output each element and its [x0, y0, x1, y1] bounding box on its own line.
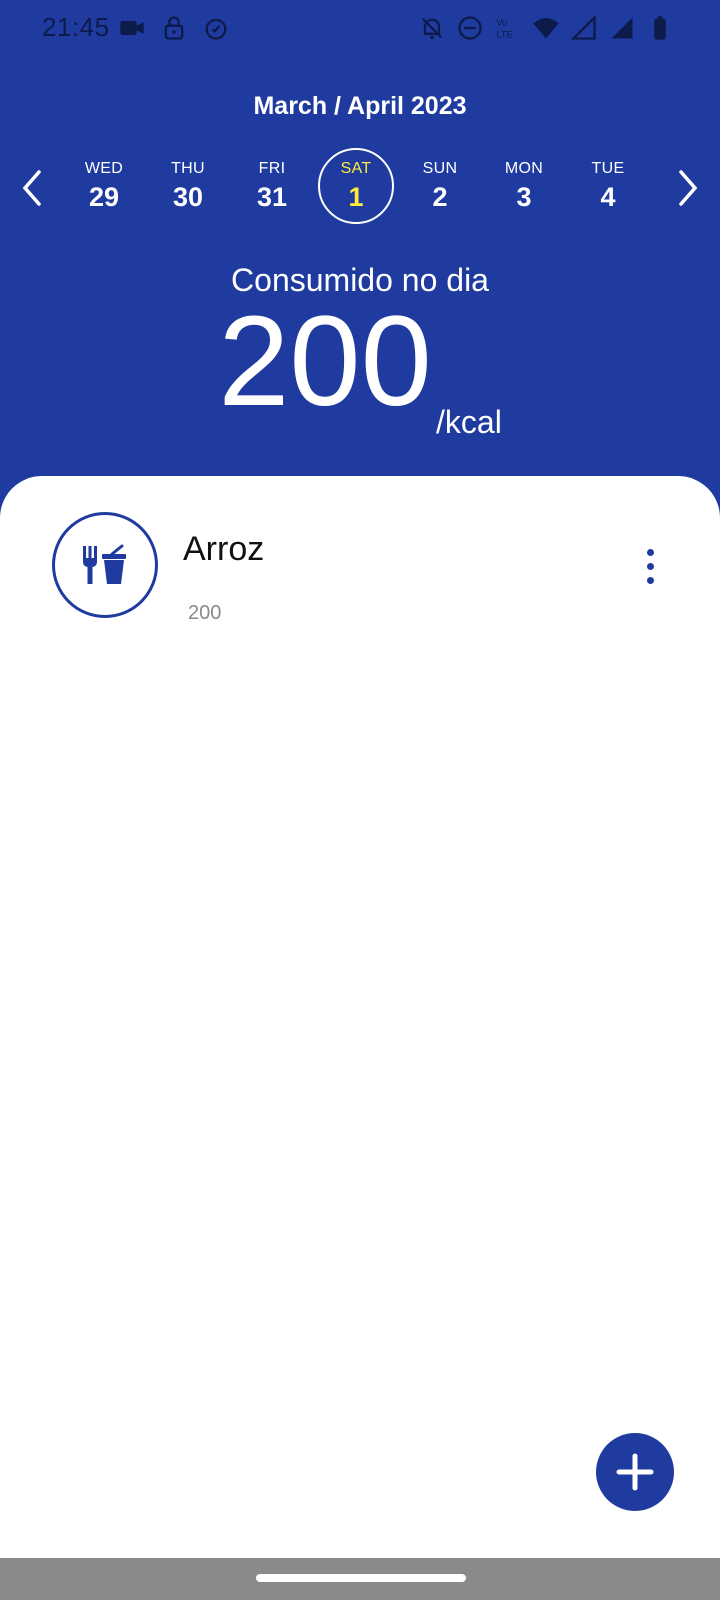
bell-off-icon [421, 17, 443, 40]
svg-text:LTE: LTE [496, 29, 512, 39]
food-name: Arroz [183, 530, 265, 568]
status-right-icons: Vo LTE [418, 14, 674, 42]
chevron-left-icon [22, 170, 41, 206]
day-selector: WED 29 THU 30 FRI 31 SAT 1 SUN 2 MON 3 T… [62, 148, 652, 226]
day-sun-2[interactable]: SUN 2 [398, 148, 482, 226]
more-vertical-icon[interactable] [630, 542, 670, 590]
add-food-button[interactable] [596, 1433, 674, 1511]
system-nav-bar [0, 1558, 720, 1600]
lock-icon [164, 16, 184, 40]
day-of-week: WED [84, 160, 124, 177]
volte-icon: VoLTE [496, 18, 512, 40]
menu-dot [646, 576, 654, 584]
list-item[interactable]: Arroz 200 [0, 512, 720, 624]
day-of-week: THU [171, 160, 205, 177]
day-number: 2 [432, 182, 448, 212]
status-bar: 21:45 Vo LTE [0, 0, 720, 56]
wifi-icon [533, 18, 559, 39]
fastfood-icon [83, 544, 126, 584]
day-of-week: TUE [591, 160, 625, 177]
day-number: 29 [88, 182, 120, 212]
day-of-week: SUN [422, 160, 458, 177]
food-list-sheet: Arroz 200 [0, 476, 720, 1558]
menu-dot [646, 562, 654, 570]
day-mon-3[interactable]: MON 3 [482, 148, 566, 226]
day-fri-31[interactable]: FRI 31 [230, 148, 314, 226]
svg-text:Vo: Vo [496, 18, 507, 28]
day-sat-1-selected[interactable]: SAT 1 [314, 148, 398, 226]
day-wed-29[interactable]: WED 29 [62, 148, 146, 226]
day-tue-4[interactable]: TUE 4 [566, 148, 650, 226]
status-left-icons [118, 14, 230, 42]
day-number: 30 [172, 182, 204, 212]
menu-dot [646, 548, 654, 556]
day-number: 3 [516, 182, 532, 212]
home-gesture-handle[interactable] [256, 1574, 466, 1582]
day-of-week: MON [504, 160, 544, 177]
next-week-button[interactable] [668, 166, 708, 210]
previous-week-button[interactable] [12, 166, 52, 210]
video-camera-icon [120, 21, 144, 35]
signal-icon [611, 17, 633, 39]
selected-day-ring [318, 148, 394, 224]
month-title: March / April 2023 [253, 92, 467, 120]
chevron-right-icon [679, 170, 698, 206]
battery-icon [654, 16, 666, 40]
plus-icon [616, 1453, 654, 1491]
kcal-total: 200 [218, 290, 432, 433]
day-thu-30[interactable]: THU 30 [146, 148, 230, 226]
day-number: 31 [256, 182, 288, 212]
food-avatar [52, 512, 158, 618]
kcal-unit: /kcal [436, 404, 502, 440]
alarm-icon [205, 18, 227, 40]
day-number: 4 [600, 182, 616, 212]
do-not-disturb-icon [458, 16, 482, 40]
signal-icon [570, 14, 596, 40]
day-of-week: FRI [258, 160, 286, 177]
app-screen: 21:45 Vo LTE March / April 2023 WED 29 TH… [0, 0, 720, 1600]
status-time: 21:45 [42, 12, 110, 42]
food-kcal: 200 [188, 602, 222, 624]
